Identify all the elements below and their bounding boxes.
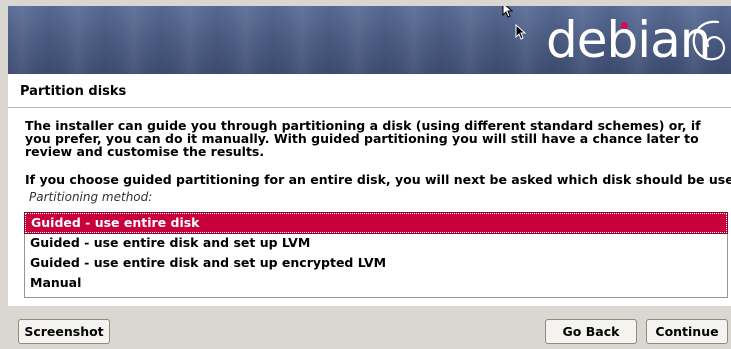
partitioning-method-list[interactable]: Guided - use entire disk Guided - use en… — [24, 212, 728, 298]
debian-logo-text: debian — [546, 11, 711, 69]
mouse-pointer-icon — [515, 24, 527, 40]
option-guided-lvm[interactable]: Guided - use entire disk and set up LVM — [25, 233, 727, 253]
debian-swirl-icon — [692, 20, 726, 61]
screenshot-button[interactable]: Screenshot — [18, 319, 110, 344]
description-text-2: If you choose guided partitioning for an… — [25, 172, 731, 187]
option-guided-entire-disk[interactable]: Guided - use entire disk — [24, 212, 728, 234]
step-title-bar: Partition disks — [8, 74, 731, 108]
continue-button[interactable]: Continue — [646, 319, 728, 344]
option-manual[interactable]: Manual — [25, 273, 727, 293]
installer-window: debian Partition disks The installer can… — [0, 0, 731, 349]
debian-logo-dot — [621, 22, 628, 29]
content-panel: The installer can guide you through part… — [8, 108, 731, 306]
partitioning-method-label: Partitioning method: — [29, 190, 153, 204]
go-back-button[interactable]: Go Back — [545, 319, 637, 344]
mouse-pointer-icon — [502, 6, 514, 18]
option-guided-encrypted-lvm[interactable]: Guided - use entire disk and set up encr… — [25, 253, 727, 273]
debian-banner: debian — [8, 6, 731, 74]
description-text: The installer can guide you through part… — [25, 118, 701, 159]
page-title: Partition disks — [20, 84, 127, 99]
